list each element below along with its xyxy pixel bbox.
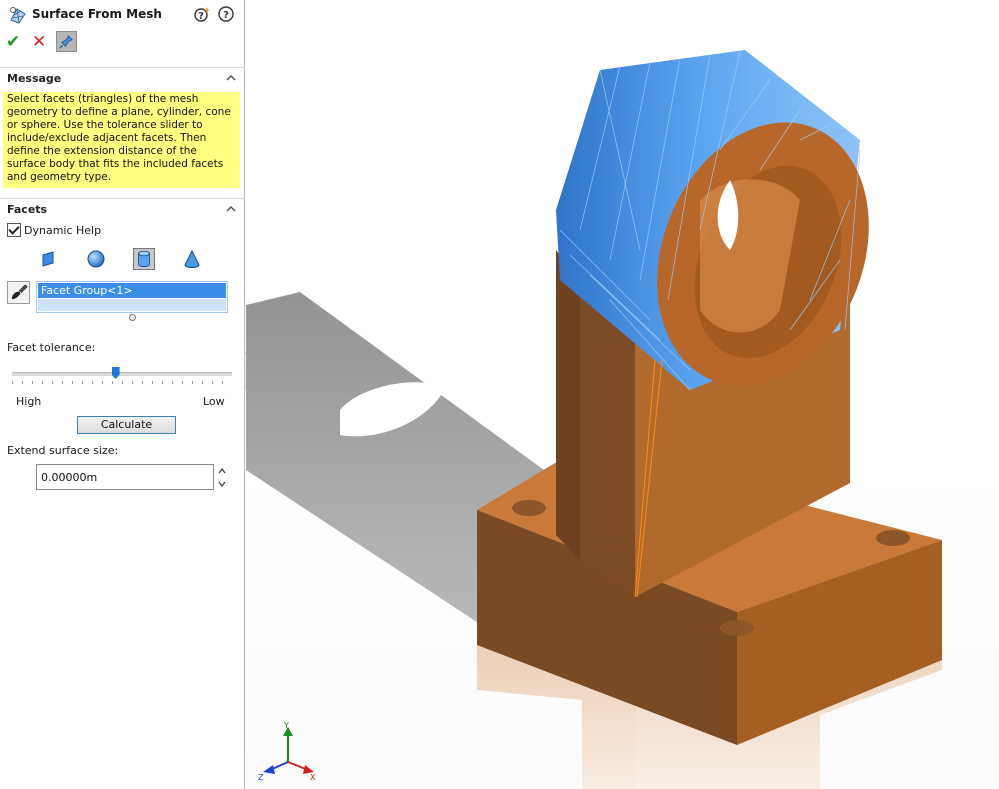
plane-icon	[42, 251, 54, 267]
list-resize-handle[interactable]	[129, 314, 136, 321]
cancel-button[interactable]: ✕	[32, 33, 48, 51]
triad-x-label: X	[310, 773, 316, 782]
triad-y-label: Y	[283, 722, 289, 730]
axis-triad: Y X Z	[258, 722, 316, 782]
svg-text:?: ?	[223, 10, 229, 21]
cone-icon	[184, 249, 200, 268]
extend-surface-input[interactable]	[36, 464, 214, 490]
slider-ticks	[12, 381, 232, 384]
sphere-icon	[87, 250, 105, 268]
pushpin-icon	[59, 35, 73, 49]
ok-button[interactable]: ✔	[6, 33, 22, 51]
checkbox-checked[interactable]	[7, 223, 21, 237]
facet-tolerance-label: Facet tolerance:	[7, 341, 96, 354]
cylinder-type-button[interactable]	[133, 248, 155, 270]
slider-track[interactable]	[12, 372, 232, 376]
spin-up-icon[interactable]	[216, 465, 228, 477]
help-icon[interactable]: ?	[218, 6, 234, 22]
calculate-button[interactable]: Calculate	[77, 416, 176, 434]
list-item[interactable]: Facet Group<1>	[38, 283, 226, 298]
slider-thumb[interactable]	[111, 367, 120, 379]
facet-selection-list[interactable]: Facet Group<1>	[36, 281, 228, 313]
panel-title-bar: Surface From Mesh ? ?	[0, 0, 245, 30]
svg-text:?: ?	[198, 11, 204, 22]
part-model[interactable]	[246, 0, 999, 789]
chevron-up-icon[interactable]	[225, 203, 237, 215]
graphics-viewport[interactable]: Y X Z	[246, 0, 999, 789]
message-text: Select facets (triangles) of the mesh ge…	[3, 92, 240, 188]
pushpin-button[interactable]	[56, 31, 77, 52]
sphere-type-button[interactable]	[85, 248, 107, 270]
message-section-header[interactable]: Message	[0, 67, 245, 89]
extend-surface-label: Extend surface size:	[7, 444, 119, 457]
spin-down-icon[interactable]	[216, 478, 228, 490]
paint-brush-icon	[11, 284, 28, 300]
list-empty-row[interactable]	[38, 299, 226, 311]
surface-from-mesh-icon	[10, 7, 26, 24]
help-star-icon[interactable]: ?	[194, 6, 210, 22]
cylinder-icon	[138, 250, 150, 268]
chevron-up-icon[interactable]	[225, 72, 237, 84]
property-manager-panel: Surface From Mesh ? ? ✔ ✕ Message Select…	[0, 0, 245, 789]
triad-z-label: Z	[258, 773, 264, 782]
tolerance-high-label: High	[16, 395, 42, 408]
facet-tolerance-slider[interactable]	[12, 364, 232, 384]
tolerance-low-label: Low	[203, 395, 225, 408]
cone-type-button[interactable]	[181, 248, 203, 270]
panel-title: Surface From Mesh	[32, 7, 162, 21]
paint-brush-button[interactable]	[7, 281, 30, 304]
facets-section-header[interactable]: Facets	[0, 198, 245, 220]
action-bar: ✔ ✕	[0, 30, 245, 56]
plane-type-button[interactable]	[37, 248, 59, 270]
